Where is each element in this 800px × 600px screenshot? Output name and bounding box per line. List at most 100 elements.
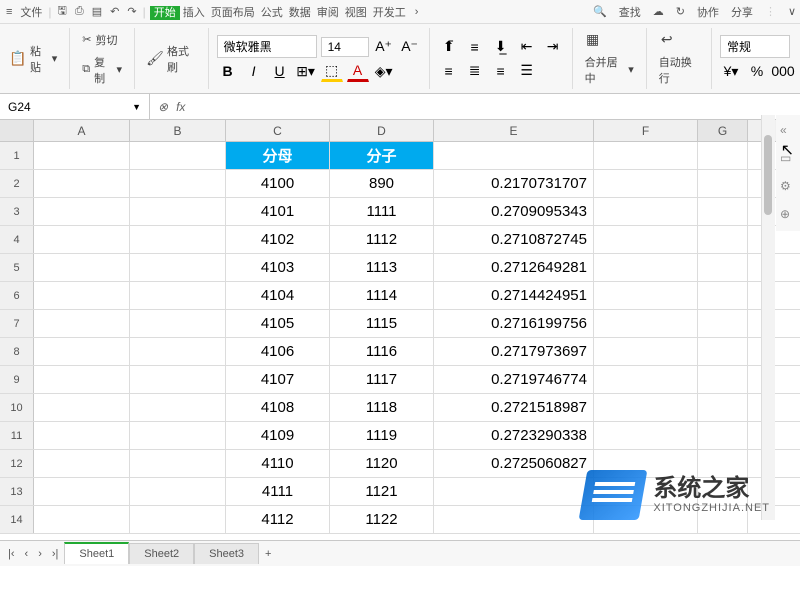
align-left-icon[interactable]: ≡ [438,60,460,82]
cell[interactable]: 4110 [226,450,330,477]
cell[interactable] [698,282,748,309]
row-header[interactable]: 2 [0,170,34,197]
cell[interactable]: 0.2709095343 [434,198,594,225]
currency-icon[interactable]: ¥▾ [720,60,742,82]
sheet-nav-last-icon[interactable]: ›| [48,548,63,560]
row-header[interactable]: 8 [0,338,34,365]
cell[interactable] [130,170,226,197]
cell-header-d[interactable]: 分子 [330,142,434,169]
cell[interactable]: 4112 [226,506,330,533]
cell[interactable] [34,282,130,309]
cell[interactable] [594,226,698,253]
cell[interactable] [34,198,130,225]
cell[interactable] [594,170,698,197]
effects-button[interactable]: ◈▾ [373,60,395,82]
merge-button[interactable]: ▦ [581,30,638,50]
cell[interactable] [130,338,226,365]
cell[interactable]: 890 [330,170,434,197]
cell[interactable]: 1115 [330,310,434,337]
cell[interactable] [130,422,226,449]
row-header[interactable]: 11 [0,422,34,449]
percent-icon[interactable]: % [746,60,768,82]
col-header[interactable]: A [34,120,130,141]
scrollbar-thumb[interactable] [764,135,772,215]
cell[interactable] [594,366,698,393]
col-header[interactable]: C [226,120,330,141]
cell[interactable]: 1119 [330,422,434,449]
vertical-scrollbar[interactable] [761,115,775,520]
ribbon-tab[interactable]: 视图 [342,6,370,20]
cell[interactable]: 0.2725060827 [434,450,594,477]
cell[interactable]: 4111 [226,478,330,505]
font-color-button[interactable]: A [347,60,369,82]
history-icon[interactable]: ↻ [676,5,685,18]
fx-label[interactable]: fx [176,100,185,114]
cell[interactable] [34,170,130,197]
tabs-overflow-icon[interactable]: › [413,6,421,18]
row-header[interactable]: 12 [0,450,34,477]
wrap-button[interactable]: ↩ [655,30,703,50]
cut-button[interactable]: ✂剪切 [78,30,126,50]
row-header[interactable]: 14 [0,506,34,533]
align-right-icon[interactable]: ≡ [490,60,512,82]
cell[interactable] [34,394,130,421]
cell[interactable]: 1116 [330,338,434,365]
indent-decrease-icon[interactable]: ⇤ [516,36,538,58]
underline-button[interactable]: U [269,60,291,82]
increase-font-icon[interactable]: A⁺ [373,36,395,58]
italic-button[interactable]: I [243,60,265,82]
font-name-select[interactable]: 微软雅黑 [217,35,317,58]
cell[interactable]: 1122 [330,506,434,533]
cell[interactable]: 0.2716199756 [434,310,594,337]
add-sheet-button[interactable]: + [261,548,275,560]
cell[interactable] [594,394,698,421]
ribbon-tab[interactable]: 页面布局 [208,6,258,20]
cell[interactable]: 0.2719746774 [434,366,594,393]
cell[interactable]: 1118 [330,394,434,421]
cell[interactable] [594,142,698,169]
row-header[interactable]: 6 [0,282,34,309]
row-header[interactable]: 5 [0,254,34,281]
cell[interactable] [594,310,698,337]
copy-button[interactable]: ⧉复制▾ [78,52,126,88]
name-box[interactable]: G24 ▼ [0,94,150,119]
cell[interactable] [698,422,748,449]
decrease-font-icon[interactable]: A⁻ [399,36,421,58]
cell[interactable] [434,506,594,533]
cell[interactable] [34,506,130,533]
row-header[interactable]: 1 [0,142,34,169]
format-painter-button[interactable]: 🖌 格式刷 [143,41,200,77]
cell[interactable]: 0.2717973697 [434,338,594,365]
align-center-icon[interactable]: ≣ [464,60,486,82]
cell[interactable] [698,366,748,393]
cell[interactable] [34,478,130,505]
bold-button[interactable]: B [217,60,239,82]
cell[interactable]: 0.2723290338 [434,422,594,449]
paste-button[interactable]: 📋 粘贴▾ [6,41,61,77]
sheet-tab[interactable]: Sheet1 [64,542,129,564]
cell[interactable]: 1111 [330,198,434,225]
cell[interactable] [434,142,594,169]
cell[interactable]: 0.2710872745 [434,226,594,253]
align-bottom-icon[interactable]: ⬇̲ [490,36,512,58]
cell[interactable] [34,450,130,477]
cell[interactable]: 4102 [226,226,330,253]
cell[interactable] [594,198,698,225]
cell[interactable] [34,422,130,449]
sidepanel-expand-icon[interactable]: « [780,123,796,139]
preview-icon[interactable]: ▤ [90,5,104,18]
sheet-nav-prev-icon[interactable]: ‹ [21,548,33,560]
cell[interactable]: 0.2712649281 [434,254,594,281]
cell[interactable] [130,450,226,477]
row-header[interactable]: 4 [0,226,34,253]
cell[interactable]: 1120 [330,450,434,477]
cell[interactable]: 4104 [226,282,330,309]
ribbon-tab[interactable]: 插入 [180,6,208,20]
cell[interactable] [698,226,748,253]
fill-color-button[interactable]: ⬚ [321,60,343,82]
cell[interactable] [130,282,226,309]
indent-increase-icon[interactable]: ⇥ [542,36,564,58]
cell[interactable]: 0.2714424951 [434,282,594,309]
cell[interactable] [698,394,748,421]
col-header[interactable]: B [130,120,226,141]
